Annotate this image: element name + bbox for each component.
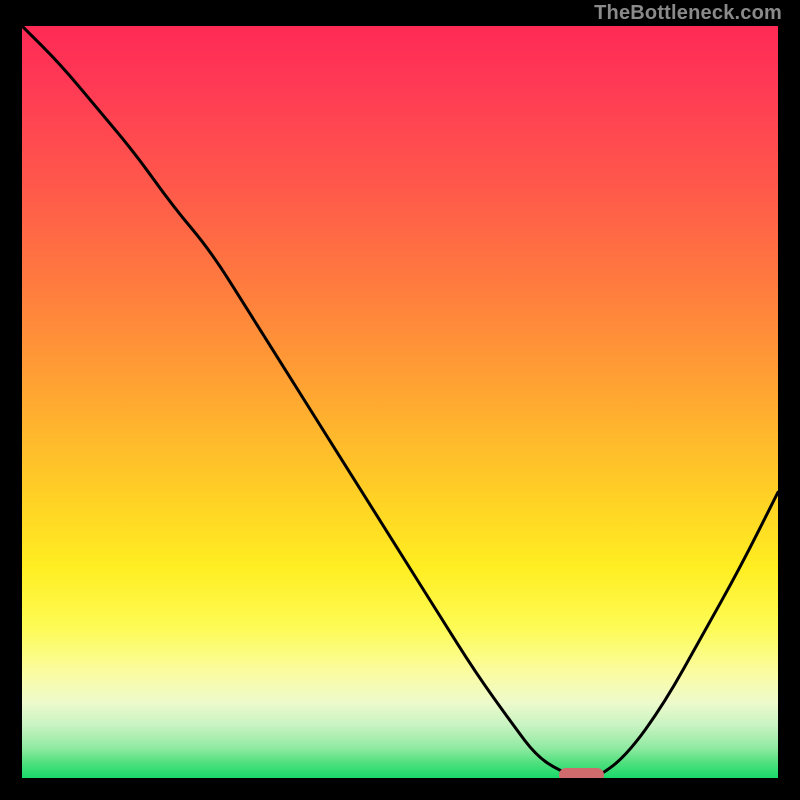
curve-path: [22, 26, 778, 778]
bottleneck-curve: [22, 26, 778, 778]
plot-area: [22, 26, 778, 778]
optimal-marker: [559, 768, 604, 778]
chart-frame: TheBottleneck.com: [0, 0, 800, 800]
watermark-label: TheBottleneck.com: [594, 2, 782, 25]
